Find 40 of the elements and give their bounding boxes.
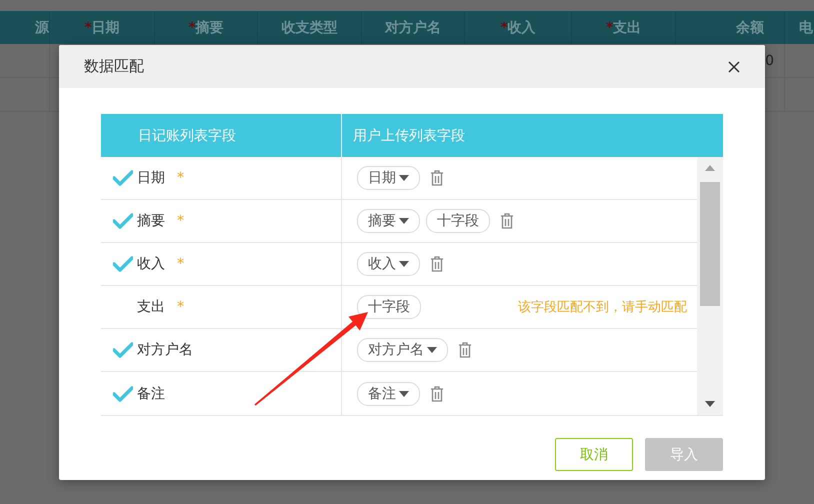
field-label: 支出 [137, 298, 165, 316]
column-header: *收入 [500, 18, 536, 36]
required-mark: * [177, 299, 184, 315]
field-label: 对方户名 [137, 341, 193, 359]
field-dropdown[interactable]: 备注 [357, 382, 420, 406]
column-header: 余额 [676, 11, 785, 44]
add-field-button[interactable]: 十字段 [426, 209, 490, 233]
column-header: 收支类型 [258, 11, 362, 44]
table-cell: 0 [765, 52, 774, 68]
field-dropdown[interactable]: 对方户名 [357, 338, 448, 362]
field-label: 日期 [137, 169, 165, 187]
column-header: *摘要 [188, 18, 224, 36]
field-dropdown[interactable]: 日期 [357, 166, 420, 190]
trash-icon[interactable] [458, 342, 472, 358]
trash-icon[interactable] [430, 170, 444, 186]
required-mark: * [177, 170, 184, 186]
required-mark: * [177, 256, 184, 272]
column-header: 用户上传列表字段 [353, 126, 465, 144]
field-dropdown[interactable]: 摘要 [357, 209, 420, 233]
scroll-down-icon[interactable] [705, 401, 715, 407]
column-header: *日期 [84, 18, 120, 36]
trash-icon[interactable] [430, 256, 444, 272]
field-dropdown[interactable]: 收入 [357, 252, 420, 276]
required-mark: * [177, 213, 184, 229]
column-header: *支出 [606, 18, 642, 36]
field-label: 收入 [137, 255, 165, 273]
warning-message: 该字段匹配不到，请手动匹配 [518, 299, 688, 316]
column-header: 源 [0, 11, 50, 44]
column-header: 日记账列表字段 [138, 126, 236, 144]
close-icon[interactable] [728, 60, 740, 72]
trash-icon[interactable] [430, 386, 444, 402]
dialog-title: 数据匹配 [84, 57, 144, 76]
column-header: 电 [785, 11, 814, 44]
add-field-button[interactable]: 十字段 [357, 295, 421, 319]
trash-icon[interactable] [500, 213, 514, 229]
column-header: 对方户名 [362, 11, 465, 44]
field-label: 备注 [137, 384, 165, 402]
scrollbar[interactable] [697, 157, 723, 415]
scroll-up-icon[interactable] [705, 165, 715, 171]
field-label: 摘要 [137, 212, 165, 230]
